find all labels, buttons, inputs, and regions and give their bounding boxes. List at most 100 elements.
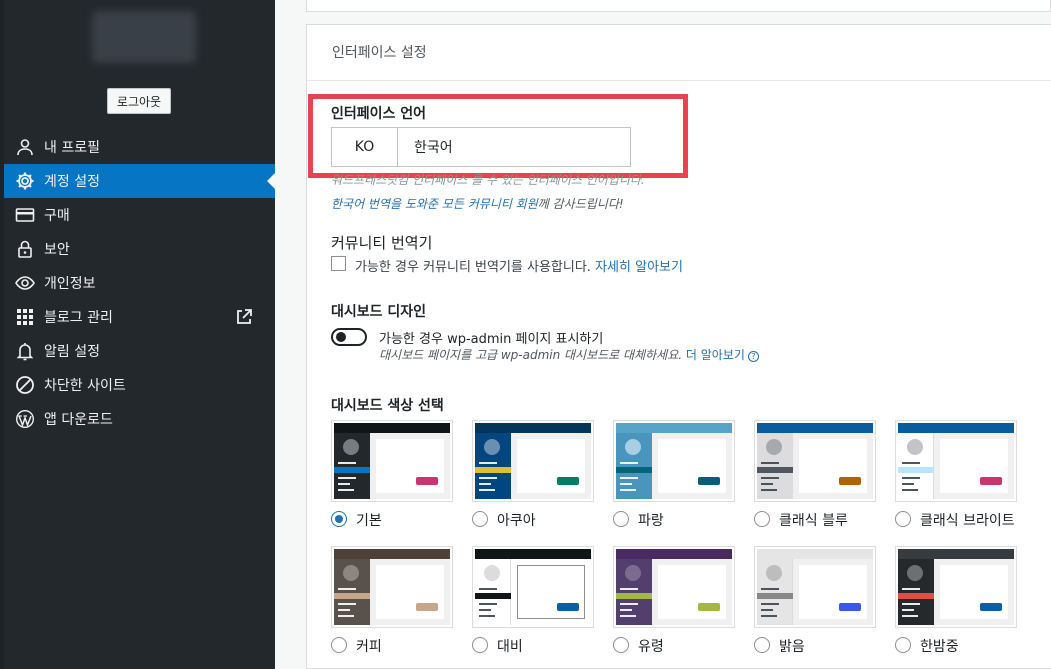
swatch-button bbox=[416, 477, 438, 485]
color-scheme-radio[interactable] bbox=[613, 511, 629, 527]
swatch-content bbox=[370, 433, 450, 499]
swatch-avatar bbox=[766, 565, 782, 581]
sidebar-item-account-settings[interactable]: 계정 설정 bbox=[4, 164, 275, 198]
swatch-line bbox=[761, 477, 779, 479]
swatch-topbar bbox=[898, 549, 1014, 559]
wp-admin-desc-text: 대시보드 페이지를 고급 wp-admin 대시보드로 대체하세요. bbox=[379, 348, 683, 362]
swatch-active-item bbox=[475, 467, 511, 473]
color-scheme-radio[interactable] bbox=[613, 637, 629, 653]
swatch-topbar bbox=[757, 549, 873, 559]
swatch-preview bbox=[334, 549, 450, 625]
community-translator-title: 커뮤니티 번역기 bbox=[331, 234, 433, 252]
swatch-topbar bbox=[898, 423, 1014, 433]
color-scheme-swatch[interactable] bbox=[613, 420, 735, 502]
swatch-line bbox=[761, 483, 773, 485]
sidebar-item-privacy[interactable]: 개인정보 bbox=[4, 266, 275, 300]
thanks-suffix: 께 감사드립니다! bbox=[537, 197, 624, 211]
color-scheme-title: 대시보드 색상 선택 bbox=[331, 398, 444, 414]
swatch-active-item bbox=[616, 467, 652, 473]
color-scheme-label: 아쿠아 bbox=[497, 513, 536, 529]
color-scheme-swatch[interactable] bbox=[331, 546, 453, 628]
swatch-avatar bbox=[343, 439, 359, 455]
color-scheme-radio[interactable] bbox=[331, 637, 347, 653]
swatch-line bbox=[338, 603, 356, 605]
help-icon[interactable]: ? bbox=[747, 351, 759, 362]
grid-icon bbox=[14, 306, 36, 328]
more-info-link[interactable]: 더 알아보기 bbox=[686, 348, 745, 362]
color-scheme-radio[interactable] bbox=[331, 511, 347, 527]
color-scheme-radio[interactable] bbox=[472, 511, 488, 527]
color-scheme-radio[interactable] bbox=[895, 637, 911, 653]
sidebar-item-label: 블로그 관리 bbox=[44, 310, 113, 326]
wp-admin-toggle[interactable] bbox=[331, 328, 367, 346]
swatch-avatar bbox=[907, 439, 923, 455]
sidebar-item-label: 차단한 사이트 bbox=[44, 378, 126, 394]
community-translator-checkbox[interactable] bbox=[331, 256, 346, 271]
translators-link[interactable]: 한국어 번역을 도와준 모든 커뮤니티 회원 bbox=[331, 197, 538, 211]
swatch-line bbox=[479, 462, 497, 464]
credit-card-icon bbox=[14, 204, 36, 226]
color-scheme-swatch[interactable] bbox=[754, 546, 876, 628]
color-scheme-radio[interactable] bbox=[754, 637, 770, 653]
color-scheme-radio[interactable] bbox=[472, 637, 488, 653]
swatch-topbar bbox=[616, 549, 732, 559]
swatch-avatar bbox=[907, 565, 923, 581]
swatch-line bbox=[902, 489, 918, 491]
swatch-avatar bbox=[625, 565, 641, 581]
swatch-avatar bbox=[484, 439, 500, 455]
sidebar-item-label: 앱 다운로드 bbox=[44, 412, 113, 428]
swatch-content bbox=[934, 433, 1014, 499]
color-scheme-swatch[interactable] bbox=[472, 546, 594, 628]
color-scheme-swatch[interactable] bbox=[331, 420, 453, 502]
swatch-active-item bbox=[757, 593, 793, 599]
swatch-line bbox=[620, 588, 638, 590]
sidebar-menu: 내 프로필계정 설정구매보안 개인정보블로그 관리알림 설정차단한 사이트앱 다운… bbox=[4, 130, 275, 436]
learn-more-link[interactable]: 자세히 알아보기 bbox=[595, 260, 683, 275]
swatch-preview bbox=[898, 423, 1014, 499]
avatar[interactable] bbox=[92, 11, 196, 63]
swatch-line bbox=[338, 615, 354, 617]
sidebar-item-security[interactable]: 보안 bbox=[4, 232, 275, 266]
color-scheme-label: 유령 bbox=[638, 639, 664, 655]
sidebar-item-profile[interactable]: 내 프로필 bbox=[4, 130, 275, 164]
color-scheme-swatch[interactable] bbox=[895, 546, 1017, 628]
swatch-line bbox=[479, 603, 497, 605]
language-hint: 워드프레스닷컴 인터페이스 를 수 있는 인터페이스 언어입니다. bbox=[331, 174, 645, 186]
dashboard-design-title: 대시보드 디자인 bbox=[331, 304, 427, 320]
sidebar-item-blocked-sites[interactable]: 차단한 사이트 bbox=[4, 368, 275, 402]
color-scheme-swatch[interactable] bbox=[472, 420, 594, 502]
swatch-line bbox=[902, 603, 920, 605]
sidebar-item-purchases[interactable]: 구매 bbox=[4, 198, 275, 232]
swatch-sidebar bbox=[757, 433, 793, 499]
color-scheme-radio[interactable] bbox=[754, 511, 770, 527]
swatch-active-item bbox=[898, 593, 934, 599]
highlight-box bbox=[308, 94, 688, 178]
swatch-content bbox=[793, 433, 873, 499]
color-scheme-swatch[interactable] bbox=[895, 420, 1017, 502]
swatch-line bbox=[479, 609, 491, 611]
logout-button[interactable]: 로그아웃 bbox=[107, 88, 171, 114]
swatch-line bbox=[761, 603, 779, 605]
swatch-line bbox=[620, 603, 638, 605]
swatch-preview bbox=[757, 423, 873, 499]
swatch-content bbox=[652, 559, 732, 625]
swatch-button bbox=[416, 603, 438, 611]
color-scheme-swatch[interactable] bbox=[613, 546, 735, 628]
swatch-line bbox=[338, 477, 356, 479]
swatch-preview bbox=[616, 423, 732, 499]
sidebar-item-label: 구매 bbox=[44, 208, 70, 224]
swatch-line bbox=[338, 483, 350, 485]
color-scheme-label: 한밤중 bbox=[920, 639, 959, 655]
sidebar-item-notifications[interactable]: 알림 설정 bbox=[4, 334, 275, 368]
color-scheme-label: 클래식 블루 bbox=[779, 513, 848, 529]
color-scheme-radio[interactable] bbox=[895, 511, 911, 527]
swatch-line bbox=[620, 609, 632, 611]
swatch-content bbox=[652, 433, 732, 499]
sidebar-item-get-apps[interactable]: 앱 다운로드 bbox=[4, 402, 275, 436]
swatch-line bbox=[902, 609, 914, 611]
community-translator-label: 가능한 경우 커뮤니티 번역기를 사용합니다. 자세히 알아보기 bbox=[355, 256, 683, 275]
sidebar-item-label: 내 프로필 bbox=[44, 140, 100, 156]
swatch-button bbox=[980, 477, 1002, 485]
sidebar-item-manage-blogs[interactable]: 블로그 관리 bbox=[4, 300, 275, 334]
color-scheme-swatch[interactable] bbox=[754, 420, 876, 502]
